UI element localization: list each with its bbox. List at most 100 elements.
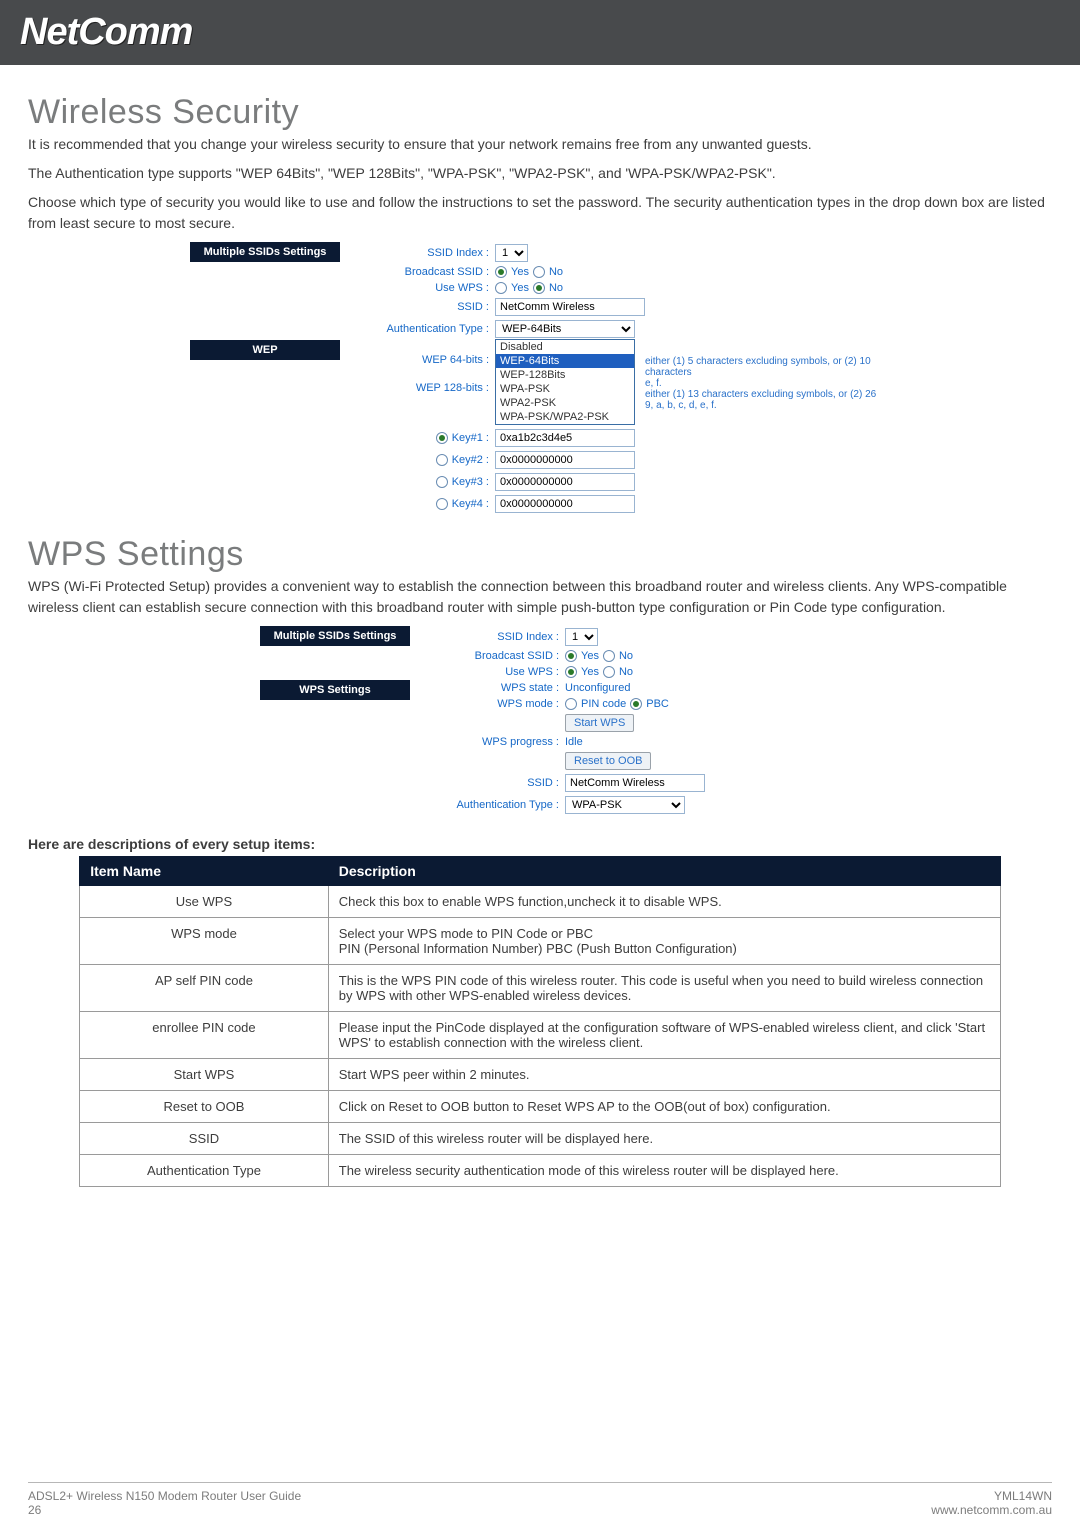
- p2-auth-select[interactable]: WPA-PSK: [565, 796, 685, 814]
- wps-title: WPS Settings: [28, 535, 1052, 574]
- p2-broadcast-no: No: [619, 650, 633, 662]
- opt-wpa2psk[interactable]: WPA2-PSK: [496, 396, 634, 410]
- label-key1: Key#1 :: [452, 432, 489, 444]
- panel-wireless-security: Multiple SSIDs Settings SSID Index : 1 B…: [190, 242, 890, 515]
- auth-dropdown-list[interactable]: Disabled WEP-64Bits WEP-128Bits WPA-PSK …: [495, 339, 635, 425]
- row-item-name: Start WPS: [80, 1059, 329, 1091]
- key1-radio[interactable]: [436, 432, 448, 444]
- p2-label-auth: Authentication Type :: [410, 799, 565, 811]
- wps-yes-radio[interactable]: [495, 282, 507, 294]
- label-wep128: WEP 128-bits :: [340, 382, 495, 400]
- footer-right-bottom: www.netcomm.com.au: [931, 1503, 1052, 1517]
- table-row: enrollee PIN codePlease input the PinCod…: [80, 1012, 1001, 1059]
- table-row: Use WPSCheck this box to enable WPS func…: [80, 886, 1001, 918]
- th-description: Description: [328, 857, 1000, 886]
- row-description: Select your WPS mode to PIN Code or PBC …: [328, 918, 1000, 965]
- table-row: Authentication TypeThe wireless security…: [80, 1155, 1001, 1187]
- wps-yes-label: Yes: [511, 282, 529, 294]
- broadcast-yes-radio[interactable]: [495, 266, 507, 278]
- table-row: WPS modeSelect your WPS mode to PIN Code…: [80, 918, 1001, 965]
- footer-right-top: YML14WN: [931, 1489, 1052, 1503]
- hint-64a: either (1) 5 characters excluding symbol…: [639, 356, 890, 378]
- opt-disabled[interactable]: Disabled: [496, 340, 634, 354]
- label-ssid: SSID :: [340, 301, 495, 313]
- logo-bar: NetComm: [0, 0, 1080, 65]
- panel2-header2: WPS Settings: [260, 680, 410, 700]
- row-description: This is the WPS PIN code of this wireles…: [328, 965, 1000, 1012]
- p2-broadcast-yes-radio[interactable]: [565, 650, 577, 662]
- opt-wpamix[interactable]: WPA-PSK/WPA2-PSK: [496, 410, 634, 424]
- label-auth-type: Authentication Type :: [340, 323, 495, 335]
- p2-broadcast-yes: Yes: [581, 650, 599, 662]
- label-key2: Key#2 :: [452, 454, 489, 466]
- wps-no-label: No: [549, 282, 563, 294]
- brand-logo: NetComm: [20, 11, 192, 54]
- ssid-input[interactable]: [495, 298, 645, 316]
- p2-wpsprog-value: Idle: [565, 736, 583, 748]
- p2-pbc-radio[interactable]: [630, 698, 642, 710]
- key1-input[interactable]: [495, 429, 635, 447]
- key2-input[interactable]: [495, 451, 635, 469]
- p2-ssid-input[interactable]: [565, 774, 705, 792]
- p2-label-wpsprog: WPS progress :: [410, 736, 565, 748]
- table-row: Reset to OOBClick on Reset to OOB button…: [80, 1091, 1001, 1123]
- row-description: Check this box to enable WPS function,un…: [328, 886, 1000, 918]
- key4-input[interactable]: [495, 495, 635, 513]
- table-intro: Here are descriptions of every setup ite…: [28, 836, 1052, 852]
- footer-left-bottom: 26: [28, 1503, 301, 1517]
- broadcast-yes-label: Yes: [511, 266, 529, 278]
- row-item-name: AP self PIN code: [80, 965, 329, 1012]
- p2-wpsstate-value: Unconfigured: [565, 682, 630, 694]
- table-row: SSIDThe SSID of this wireless router wil…: [80, 1123, 1001, 1155]
- p2-pbc-label: PBC: [646, 698, 669, 710]
- wireless-title: Wireless Security: [28, 93, 1052, 132]
- key4-radio[interactable]: [436, 498, 448, 510]
- p2-pin-label: PIN code: [581, 698, 626, 710]
- broadcast-no-label: No: [549, 266, 563, 278]
- broadcast-no-radio[interactable]: [533, 266, 545, 278]
- wep-sidebar: WEP: [190, 340, 340, 360]
- p2-label-wpsmode: WPS mode :: [410, 698, 565, 710]
- auth-type-select[interactable]: WEP-64Bits: [495, 320, 635, 338]
- start-wps-button[interactable]: Start WPS: [565, 714, 634, 732]
- p2-ssid-index-select[interactable]: 1: [565, 628, 598, 646]
- wps-no-radio[interactable]: [533, 282, 545, 294]
- opt-wpapsk[interactable]: WPA-PSK: [496, 382, 634, 396]
- row-item-name: Reset to OOB: [80, 1091, 329, 1123]
- p2-label-ssid: SSID :: [410, 777, 565, 789]
- row-description: Start WPS peer within 2 minutes.: [328, 1059, 1000, 1091]
- row-item-name: Use WPS: [80, 886, 329, 918]
- row-item-name: enrollee PIN code: [80, 1012, 329, 1059]
- label-use-wps: Use WPS :: [340, 282, 495, 294]
- label-wep64: WEP 64-bits :: [340, 354, 495, 372]
- panel-wps: Multiple SSIDs Settings SSID Index : 1 B…: [260, 626, 820, 816]
- label-key4: Key#4 :: [452, 498, 489, 510]
- label-key3: Key#3 :: [452, 476, 489, 488]
- wireless-p2: The Authentication type supports "WEP 64…: [28, 163, 1052, 184]
- wps-p1: WPS (Wi-Fi Protected Setup) provides a c…: [28, 576, 1052, 618]
- opt-wep64[interactable]: WEP-64Bits: [496, 354, 634, 368]
- p2-wps-no-radio[interactable]: [603, 666, 615, 678]
- p2-wps-yes-radio[interactable]: [565, 666, 577, 678]
- footer-left-top: ADSL2+ Wireless N150 Modem Router User G…: [28, 1489, 301, 1503]
- ssid-index-select[interactable]: 1: [495, 244, 528, 262]
- key2-radio[interactable]: [436, 454, 448, 466]
- label-broadcast-ssid: Broadcast SSID :: [340, 266, 495, 278]
- page-footer: ADSL2+ Wireless N150 Modem Router User G…: [28, 1482, 1052, 1517]
- p2-broadcast-no-radio[interactable]: [603, 650, 615, 662]
- table-row: Start WPSStart WPS peer within 2 minutes…: [80, 1059, 1001, 1091]
- th-item-name: Item Name: [80, 857, 329, 886]
- hint-128a: either (1) 13 characters excluding symbo…: [639, 389, 890, 400]
- wireless-p1: It is recommended that you change your w…: [28, 134, 1052, 155]
- key3-input[interactable]: [495, 473, 635, 491]
- hint-128b: 9, a, b, c, d, e, f.: [639, 400, 890, 411]
- opt-wep128[interactable]: WEP-128Bits: [496, 368, 634, 382]
- key3-radio[interactable]: [436, 476, 448, 488]
- p2-pin-radio[interactable]: [565, 698, 577, 710]
- reset-oob-button[interactable]: Reset to OOB: [565, 752, 651, 770]
- row-description: Please input the PinCode displayed at th…: [328, 1012, 1000, 1059]
- hint-64b: e, f.: [639, 378, 890, 389]
- row-description: The SSID of this wireless router will be…: [328, 1123, 1000, 1155]
- row-item-name: WPS mode: [80, 918, 329, 965]
- row-item-name: Authentication Type: [80, 1155, 329, 1187]
